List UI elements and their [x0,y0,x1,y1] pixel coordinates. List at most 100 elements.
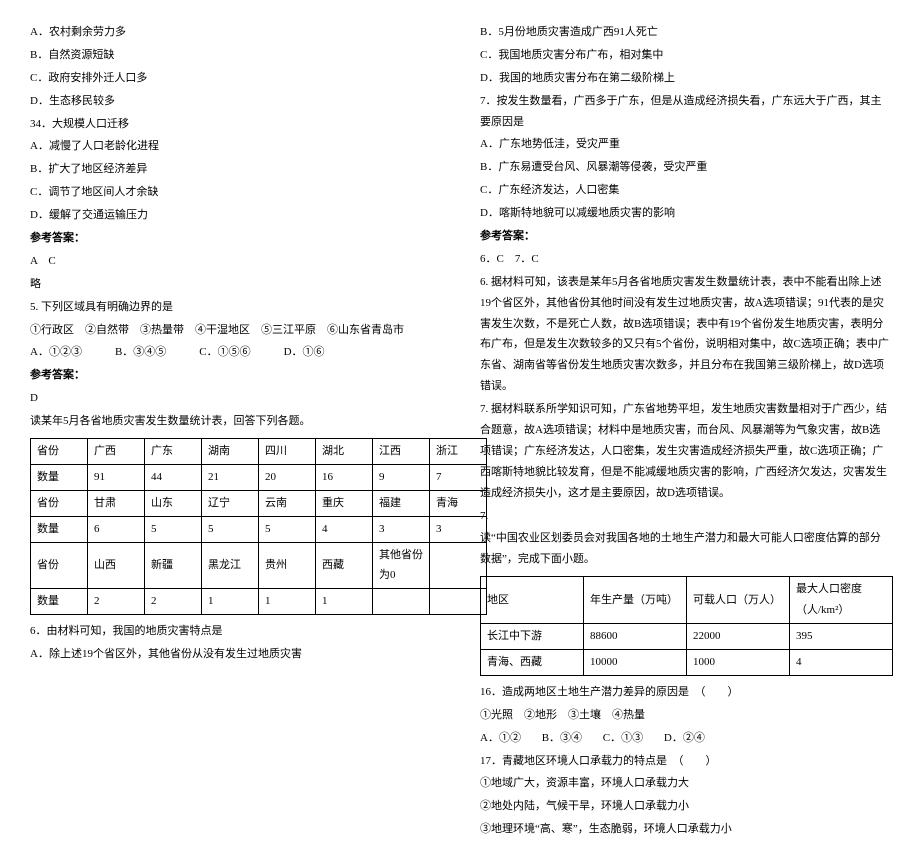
table-cell: 数量 [31,464,88,490]
q17-item-3: ③地理环境“高、寒”，生态脆弱，环境人口承载力小 [480,819,890,840]
left-column: A．农村剩余劳力多 B．自然资源短缺 C．政府安排外迁人口多 D．生态移民较多 … [30,20,440,842]
answer-34: A C [30,251,440,272]
table-cell: 甘肃 [88,490,145,516]
q33-opt-d: D．生态移民较多 [30,91,440,112]
table-cell: 395 [790,624,893,650]
table-cell [430,542,487,589]
table-cell: 1 [202,589,259,615]
geology-table: 省份广西广东湖南四川湖北江西浙江数量914421201697省份甘肃山东辽宁云南… [30,438,487,615]
q34-stem: 34．大规模人口迁移 [30,114,440,135]
table-cell: 4 [790,649,893,675]
table-cell: 福建 [373,490,430,516]
q34-opt-c: C．调节了地区间人才余缺 [30,182,440,203]
table-cell: 辽宁 [202,490,259,516]
answer-label-1: 参考答案： [30,228,440,249]
q33-opt-a: A．农村剩余劳力多 [30,22,440,43]
table-cell: 4 [316,516,373,542]
q16-opt-b: B．③④ [542,732,582,744]
table-cell: 新疆 [145,542,202,589]
table-cell: 44 [145,464,202,490]
table-cell: 西藏 [316,542,373,589]
table-cell [373,589,430,615]
table-cell: 四川 [259,439,316,465]
table-cell: 2 [88,589,145,615]
table-cell: 20 [259,464,316,490]
table-cell: 山东 [145,490,202,516]
table-cell: 10000 [584,649,687,675]
table-header-cell: 地区 [481,577,584,624]
table-cell: 88600 [584,624,687,650]
table-cell: 16 [316,464,373,490]
table-cell: 黑龙江 [202,542,259,589]
q6-opt-d: D．我国的地质灾害分布在第二级阶梯上 [480,68,890,89]
q7-opt-b: B．广东易遭受台风、风暴潮等侵袭，受灾严重 [480,157,890,178]
table-cell: 山西 [88,542,145,589]
q16-opts: A．①② B．③④ C．①③ D．②④ [480,728,890,749]
table-header-cell: 可载人口（万人） [687,577,790,624]
answer-5: D [30,388,440,409]
q7-opt-d: D．喀斯特地貌可以减缓地质灾害的影响 [480,203,890,224]
q6-intro: 读某年5月各省地质灾害发生数量统计表，回答下列各题。 [30,411,440,432]
table-cell: 5 [202,516,259,542]
table-cell: 省份 [31,542,88,589]
table-header-cell: 最大人口密度（人/km²） [790,577,893,624]
table-cell: 长江中下游 [481,624,584,650]
q7-opt-c: C．广东经济发达，人口密集 [480,180,890,201]
q6-opt-b: B．5月份地质灾害造成广西91人死亡 [480,22,890,43]
table-cell: 5 [145,516,202,542]
q6-opt-a: A．除上述19个省区外，其他省份从没有发生过地质灾害 [30,644,440,665]
q34-opt-a: A．减慢了人口老龄化进程 [30,136,440,157]
q17-stem: 17．青藏地区环境人口承载力的特点是 （ ） [480,751,890,772]
table-cell: 1 [316,589,373,615]
q16-opt-a: A．①② [480,732,521,744]
q6-stem: 6．由材料可知，我国的地质灾害特点是 [30,621,440,642]
section-7: 7. [480,506,890,527]
table-cell: 9 [373,464,430,490]
table-cell: 广西 [88,439,145,465]
table-cell: 数量 [31,589,88,615]
q33-opt-c: C．政府安排外迁人口多 [30,68,440,89]
q34-opt-d: D．缓解了交通运输压力 [30,205,440,226]
q5-items: ①行政区 ②自然带 ③热量带 ④干湿地区 ⑤三江平原 ⑥山东省青岛市 [30,320,440,341]
table-cell: 3 [430,516,487,542]
table-cell: 1 [259,589,316,615]
table-cell: 青海 [430,490,487,516]
table-cell: 青海、西藏 [481,649,584,675]
table-cell: 数量 [31,516,88,542]
section-7-intro: 读“中国农业区划委员会对我国各地的土地生产潜力和最大可能人口密度估算的部分数据”… [480,528,890,570]
right-column: B．5月份地质灾害造成广西91人死亡 C．我国地质灾害分布广布，相对集中 D．我… [480,20,890,842]
q7-stem: 7．按发生数量看，广西多于广东，但是从造成经济损失看，广东远大于广西，其主要原因… [480,91,890,133]
table-cell: 91 [88,464,145,490]
table-cell: 6 [88,516,145,542]
note-34: 略 [30,274,440,295]
answer-67: 6．C 7．C [480,249,890,270]
table-cell: 省份 [31,439,88,465]
q7-opt-a: A．广东地势低洼，受灾严重 [480,134,890,155]
table-cell: 省份 [31,490,88,516]
q16-opt-d: D．②④ [664,732,705,744]
table-cell: 21 [202,464,259,490]
explain-6: 6. 据材料可知，该表是某年5月各省地质灾害发生数量统计表，表中不能看出除上述1… [480,272,890,397]
q16-opt-c: C．①③ [603,732,643,744]
table-cell: 3 [373,516,430,542]
table-cell: 2 [145,589,202,615]
q5-stem: 5. 下列区域具有明确边界的是 [30,297,440,318]
explain-7: 7. 据材料联系所学知识可知，广东省地势平坦，发生地质灾害数量相对于广西少，结合… [480,399,890,503]
table-cell [430,589,487,615]
table-cell: 重庆 [316,490,373,516]
table-header-cell: 年生产量（万吨） [584,577,687,624]
q6-opt-c: C．我国地质灾害分布广布，相对集中 [480,45,890,66]
table-cell: 浙江 [430,439,487,465]
table-cell: 贵州 [259,542,316,589]
table-cell: 22000 [687,624,790,650]
table-cell: 江西 [373,439,430,465]
table-cell: 云南 [259,490,316,516]
q34-opt-b: B．扩大了地区经济差异 [30,159,440,180]
q5-opts: A．①②③ B．③④⑤ C．①⑤⑥ D．①⑥ [30,342,440,363]
q17-item-1: ①地域广大，资源丰富，环境人口承载力大 [480,773,890,794]
table-cell: 其他省份为0 [373,542,430,589]
table-cell: 5 [259,516,316,542]
table-cell: 湖北 [316,439,373,465]
q16-items: ①光照 ②地形 ③土壤 ④热量 [480,705,890,726]
table-cell: 广东 [145,439,202,465]
